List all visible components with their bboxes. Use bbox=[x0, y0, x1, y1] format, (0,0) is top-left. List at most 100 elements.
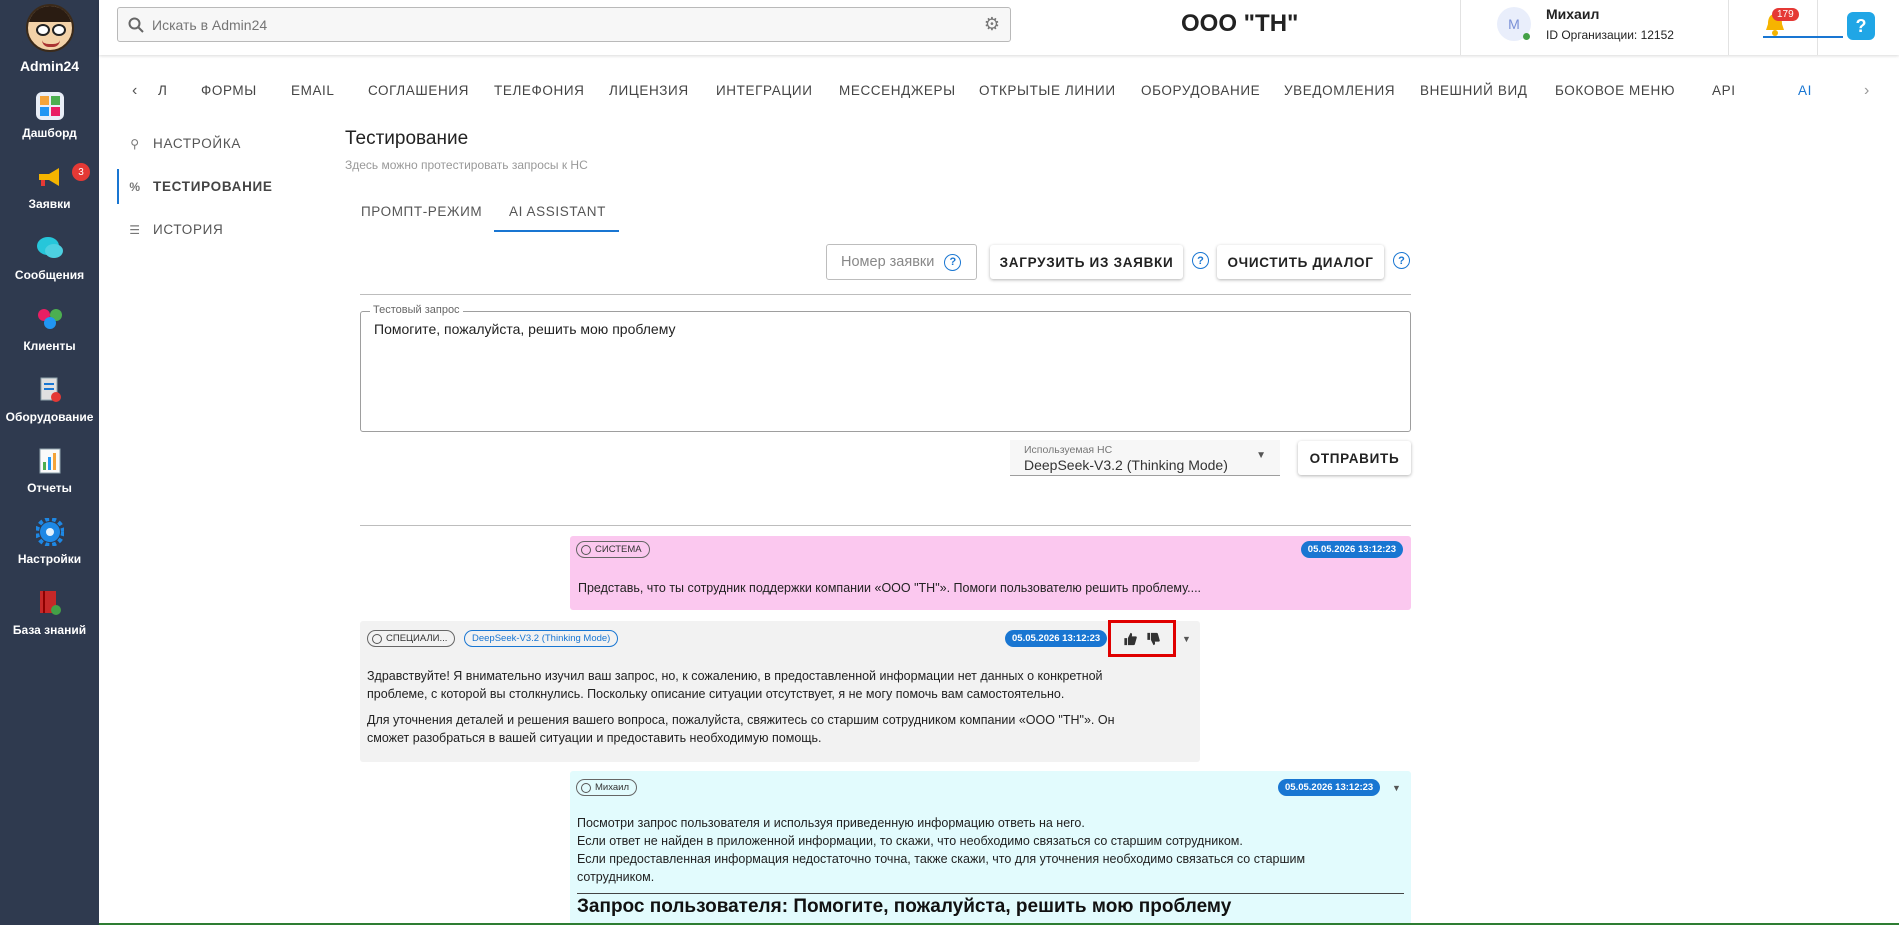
model-select-label: Используемая НС bbox=[1024, 444, 1113, 456]
sidebar-item-equipment[interactable]: Оборудование bbox=[0, 364, 99, 435]
mode-tab-indicator bbox=[494, 230, 619, 232]
tab-forms[interactable]: ФОРМЫ bbox=[201, 83, 257, 98]
organization-id: ID Организации: 12152 bbox=[1546, 28, 1674, 42]
message-divider bbox=[577, 893, 1404, 894]
feedback-buttons bbox=[1108, 620, 1176, 657]
sidebar-item-settings[interactable]: Настройки bbox=[0, 506, 99, 577]
clients-icon bbox=[36, 305, 64, 333]
tab-partial[interactable]: л bbox=[158, 83, 167, 98]
role-chip: СИСТЕМА bbox=[576, 541, 650, 558]
message-text: Если ответ не найден в приложенной инфор… bbox=[577, 834, 1243, 848]
top-header: ⚙ ООО "ТН" М Михаил ID Организации: 1215… bbox=[99, 0, 1899, 55]
tab-open-lines[interactable]: ОТКРЫТЫЕ ЛИНИИ bbox=[979, 83, 1116, 98]
header-divider bbox=[1728, 0, 1729, 55]
tab-side-menu[interactable]: БОКОВОЕ МЕНЮ bbox=[1555, 83, 1675, 98]
sidebar-item-dashboard[interactable]: Дашборд bbox=[0, 80, 99, 151]
user-profile[interactable]: М Михаил ID Организации: 12152 bbox=[1497, 6, 1674, 42]
active-tab-indicator bbox=[1763, 36, 1843, 38]
tab-integrations[interactable]: ИНТЕГРАЦИИ bbox=[716, 83, 813, 98]
send-button[interactable]: ОТПРАВИТЬ bbox=[1298, 441, 1411, 475]
tab-email[interactable]: EMAIL bbox=[291, 83, 335, 98]
megaphone-icon bbox=[36, 163, 64, 191]
tab-telephony[interactable]: ТЕЛЕФОНИЯ bbox=[494, 83, 584, 98]
sidebar: Admin24 Дашборд 3 Заявки Сообщения Клиен… bbox=[0, 0, 99, 925]
tab-notifications[interactable]: УВЕДОМЛЕНИЯ bbox=[1284, 83, 1395, 98]
user-circle-icon bbox=[581, 544, 591, 555]
tab-ai-assistant[interactable]: AI ASSISTANT bbox=[509, 204, 606, 219]
ticket-number-field[interactable]: Номер заявки ? bbox=[826, 244, 977, 280]
tickets-badge: 3 bbox=[72, 163, 90, 181]
search-bar[interactable]: ⚙ bbox=[117, 7, 1011, 42]
role-chip: СПЕЦИАЛИ... bbox=[367, 630, 456, 647]
message-menu-caret-icon[interactable]: ▼ bbox=[1392, 783, 1401, 793]
tab-messengers[interactable]: МЕССЕНДЖЕРЫ bbox=[839, 83, 956, 98]
message-text: проблеме, с которой вы столкнулись. Поск… bbox=[367, 687, 1065, 701]
message-text: Если предоставленная информация недостат… bbox=[577, 852, 1306, 866]
sidebar-item-label: База знаний bbox=[12, 622, 87, 637]
search-icon bbox=[128, 17, 144, 33]
gear-icon bbox=[35, 517, 64, 546]
divider bbox=[360, 294, 1411, 295]
help-circle-icon[interactable]: ? bbox=[944, 253, 962, 271]
company-name: ООО "ТН" bbox=[1181, 10, 1299, 37]
tab-ai[interactable]: AI bbox=[1798, 83, 1812, 98]
tab-prompt-mode[interactable]: ПРОМПТ-РЕЖИМ bbox=[361, 204, 482, 219]
subnav-item-settings[interactable]: ⚲ НАСТРОЙКА bbox=[117, 122, 317, 165]
sidebar-item-label: Сообщения bbox=[14, 267, 85, 282]
help-icon[interactable]: ? bbox=[1847, 12, 1875, 40]
list-icon: ☰ bbox=[129, 222, 141, 237]
equipment-icon bbox=[36, 376, 64, 404]
sidebar-item-label: Оборудование bbox=[5, 409, 94, 424]
model-select-value: DeepSeek-V3.2 (Thinking Mode) bbox=[1024, 457, 1228, 473]
test-request-value[interactable]: Помогите, пожалуйста, решить мою проблем… bbox=[374, 321, 675, 337]
sidebar-item-messages[interactable]: Сообщения bbox=[0, 222, 99, 293]
chat-icon bbox=[36, 234, 64, 262]
model-chip: DeepSeek-V3.2 (Thinking Mode) bbox=[464, 630, 619, 647]
user-name: Михаил bbox=[1546, 6, 1600, 22]
thumbs-up-icon[interactable] bbox=[1123, 632, 1138, 646]
chevron-right-icon[interactable]: › bbox=[1864, 82, 1869, 100]
brand-name: Admin24 bbox=[19, 58, 80, 74]
thumbs-down-icon[interactable] bbox=[1146, 632, 1161, 646]
search-input[interactable] bbox=[152, 16, 984, 33]
message-date: 05.05.2026 13:12:23 bbox=[1278, 779, 1381, 796]
message-text: Здравствуйте! Я внимательно изучил ваш з… bbox=[367, 669, 1103, 683]
divider bbox=[360, 525, 1411, 526]
brand[interactable]: Admin24 bbox=[0, 0, 99, 74]
tab-equipment[interactable]: ОБОРУДОВАНИЕ bbox=[1141, 83, 1260, 98]
book-icon bbox=[36, 589, 64, 617]
online-status-dot bbox=[1523, 33, 1530, 40]
tab-agreements[interactable]: СОГЛАШЕНИЯ bbox=[368, 83, 469, 98]
tab-appearance[interactable]: ВНЕШНИЙ ВИД bbox=[1420, 83, 1528, 98]
message-menu-caret-icon[interactable]: ▼ bbox=[1182, 634, 1191, 644]
help-circle-icon[interactable]: ? bbox=[1393, 252, 1410, 269]
header-divider bbox=[1817, 0, 1818, 55]
avatar: М bbox=[1497, 7, 1531, 41]
subnav-item-testing[interactable]: % ТЕСТИРОВАНИЕ bbox=[117, 165, 317, 208]
dropdown-caret-icon: ▼ bbox=[1256, 450, 1266, 461]
clear-dialog-button[interactable]: ОЧИСТИТЬ ДИАЛОГ bbox=[1217, 245, 1384, 279]
subnav-item-history[interactable]: ☰ ИСТОРИЯ bbox=[117, 208, 317, 251]
message-text: Для уточнения деталей и решения вашего в… bbox=[367, 713, 1115, 727]
model-select[interactable]: Используемая НС DeepSeek-V3.2 (Thinking … bbox=[1010, 440, 1280, 476]
settings-sliders-icon: ⚲ bbox=[130, 136, 140, 151]
load-from-ticket-button[interactable]: ЗАГРУЗИТЬ ИЗ ЗАЯВКИ bbox=[990, 245, 1183, 279]
help-circle-icon[interactable]: ? bbox=[1192, 252, 1209, 269]
user-circle-icon bbox=[581, 782, 591, 793]
tab-license[interactable]: ЛИЦЕНЗИЯ bbox=[609, 83, 689, 98]
tab-api[interactable]: API bbox=[1712, 83, 1736, 98]
chevron-left-icon[interactable]: ‹ bbox=[132, 82, 137, 100]
sidebar-item-tickets[interactable]: 3 Заявки bbox=[0, 151, 99, 222]
sidebar-nav: Дашборд 3 Заявки Сообщения Клиенты Обору… bbox=[0, 80, 99, 648]
testing-icon: % bbox=[129, 179, 141, 194]
header-divider bbox=[1460, 0, 1461, 55]
search-settings-gear-icon[interactable]: ⚙ bbox=[984, 14, 1000, 35]
sidebar-item-reports[interactable]: Отчеты bbox=[0, 435, 99, 506]
sidebar-item-knowledge-base[interactable]: База знаний bbox=[0, 577, 99, 648]
message-specialist: СПЕЦИАЛИ... DeepSeek-V3.2 (Thinking Mode… bbox=[360, 621, 1200, 762]
sidebar-item-clients[interactable]: Клиенты bbox=[0, 293, 99, 364]
test-request-label: Тестовый запрос bbox=[370, 304, 463, 316]
message-heading: Запрос пользователя: Помогите, пожалуйст… bbox=[577, 896, 1232, 917]
message-date: 05.05.2026 13:12:23 bbox=[1300, 541, 1403, 558]
sidebar-item-label: Настройки bbox=[17, 551, 82, 566]
